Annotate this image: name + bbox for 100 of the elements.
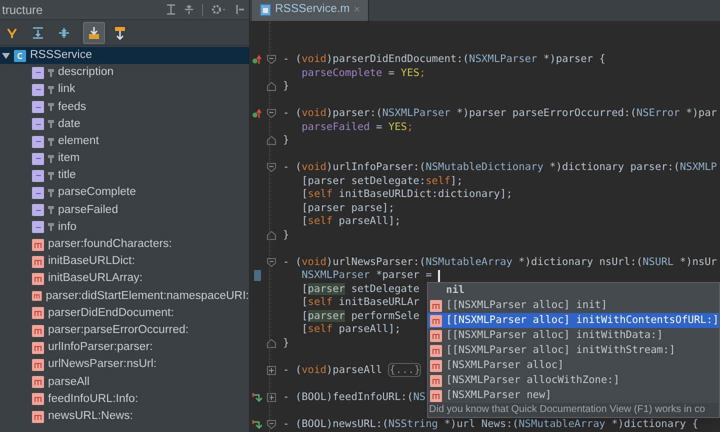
tree-item[interactable]: urlInfoParser:parser: (0, 339, 249, 356)
tree-item[interactable]: parserDidEndDocument: (0, 304, 249, 322)
code-line: - (BOOL)feedInfoURL:(NS (283, 390, 426, 404)
method-icon (430, 390, 442, 402)
method-icon (32, 273, 44, 286)
completion-item[interactable]: [[NSXMLParser alloc] initWithContentsOfURL:] (428, 313, 719, 328)
code-line: [self parseAll]; (302, 215, 401, 228)
editor-tab[interactable]: RSSService.m × (252, 0, 370, 21)
code-line: [parser parse]; (302, 202, 395, 215)
settings-icon[interactable] (211, 4, 227, 15)
expand-fold-icon[interactable] (266, 392, 276, 402)
tree-item[interactable]: initBaseURLArray: (0, 270, 249, 288)
code-line: [self parseAll]; (302, 323, 401, 336)
fold-icon[interactable] (266, 258, 276, 267)
code-line: } (283, 134, 290, 148)
code-line: - (void)urlNewsParser:(NSMutableArray *)dictionary nsUrl:(NSURL *)nsUr (283, 256, 718, 269)
implements-arrow-icon[interactable] (252, 392, 262, 402)
fold-end-icon[interactable] (266, 82, 276, 92)
tree-item[interactable]: parser:didStartElement:namespaceURI: (0, 288, 249, 305)
field-icon (32, 136, 44, 148)
tree-item[interactable]: feeds (0, 98, 249, 116)
split-icon[interactable] (184, 4, 194, 15)
code-line: - (void)parser:(NSXMLParser *)parser parseErrorOccurred:(NSError *)par (283, 107, 718, 120)
fold-icon[interactable] (266, 109, 276, 118)
toolbar-toggle[interactable] (83, 22, 105, 44)
method-icon (32, 410, 44, 423)
method-icon (430, 300, 442, 312)
method-icon (32, 256, 44, 268)
fold-end-icon[interactable] (266, 338, 276, 348)
method-icon (32, 307, 44, 320)
code-line: - (void)urlInfoParser:(NSMutableDictionary *)dictionary parser:(NSXMLP (283, 161, 718, 174)
completion-item[interactable]: [NSXMLParser allocWithZone:] (428, 373, 719, 388)
code-line: [parser setDelegate (302, 282, 420, 296)
code-line: [parser setDelegate:self]; (302, 174, 463, 188)
tree-item[interactable]: parseAll (0, 374, 249, 391)
method-icon (430, 374, 442, 386)
method-icon (32, 393, 44, 406)
tree-item[interactable]: urlNewsParser:nsUrl: (0, 356, 249, 374)
code-line: parseComplete = YES; (302, 66, 426, 80)
code-line: NSXMLParser *parser = (302, 269, 433, 282)
method-icon (32, 324, 44, 337)
method-icon (430, 344, 442, 356)
fold-icon[interactable] (266, 420, 276, 429)
pin-icon[interactable] (235, 4, 245, 15)
completion-item[interactable]: [[NSXMLParser alloc] initWithStream:] (428, 343, 719, 358)
tree-item[interactable]: date (0, 116, 249, 133)
tree-item[interactable]: parser:foundCharacters: (0, 236, 249, 254)
tree-item[interactable]: newsURL:News: (0, 408, 249, 426)
expand-fold-icon[interactable] (266, 366, 276, 375)
tree-item[interactable]: parseFailed (0, 202, 249, 219)
text-cursor-icon[interactable] (166, 4, 176, 15)
override-icon[interactable] (252, 54, 262, 65)
tree-item[interactable]: feedInfoURL:Info: (0, 390, 249, 408)
completion-item[interactable]: [[NSXMLParser alloc] init] (428, 298, 719, 313)
completion-item[interactable]: nil (428, 283, 719, 298)
code-line: } (283, 228, 290, 242)
fold-end-icon[interactable] (266, 230, 276, 240)
code-line: - (BOOL)newsURL:(NSString *)url News:(NSMutableArray *)dictionary { (283, 418, 698, 431)
code-line: [parser performSele (302, 310, 420, 323)
method-icon (430, 360, 442, 372)
field-icon (32, 152, 44, 165)
code-line: parseFailed = YES; (302, 120, 414, 134)
tree-item[interactable]: initBaseURLDict: (0, 253, 249, 270)
override-icon[interactable] (252, 108, 262, 119)
fold-icon[interactable] (266, 163, 276, 172)
completion-item[interactable]: [[NSXMLParser alloc] initWithData:] (428, 328, 719, 343)
field-icon (32, 170, 44, 182)
tree-item[interactable]: title (0, 167, 249, 184)
method-icon (32, 342, 44, 354)
implements-arrow-icon[interactable] (252, 419, 262, 430)
code-line: } (283, 336, 290, 350)
filter-icon (5, 26, 19, 40)
code-line: } (283, 80, 290, 94)
tree-item[interactable]: item (0, 150, 249, 168)
code-line: [self initBaseURLAr (302, 296, 420, 310)
fold-icon[interactable] (266, 55, 276, 64)
completion-item[interactable]: [NSXMLParser new] (428, 388, 719, 403)
method-icon (32, 238, 44, 251)
tree-item[interactable]: info (0, 218, 249, 236)
sort-up-icon (113, 26, 127, 40)
code-line: - (void)parseAll {...} (283, 364, 422, 377)
method-icon (32, 290, 42, 302)
field-icon (32, 204, 44, 216)
code-line: [self initBaseURLDict:dictionary]; (302, 188, 512, 202)
expand-all-icon (31, 26, 45, 40)
class-icon (14, 50, 26, 62)
fold-end-icon[interactable] (266, 136, 276, 146)
field-icon (32, 187, 44, 200)
tree-item[interactable]: element (0, 132, 249, 150)
panel-title: tructure (1, 2, 43, 18)
field-icon (32, 101, 44, 114)
completion-item[interactable]: [NSXMLParser alloc] (428, 358, 719, 373)
tree-item[interactable]: description (0, 64, 249, 82)
expanded-arrow-icon[interactable] (2, 52, 10, 60)
tree-item[interactable]: parseComplete (0, 184, 249, 202)
method-icon (32, 358, 44, 371)
tree-item[interactable]: parser:parseErrorOccurred: (0, 322, 249, 340)
tree-item[interactable]: RSSService (0, 47, 249, 64)
tree-item[interactable]: link (0, 81, 249, 99)
collapse-all-icon (57, 26, 71, 40)
